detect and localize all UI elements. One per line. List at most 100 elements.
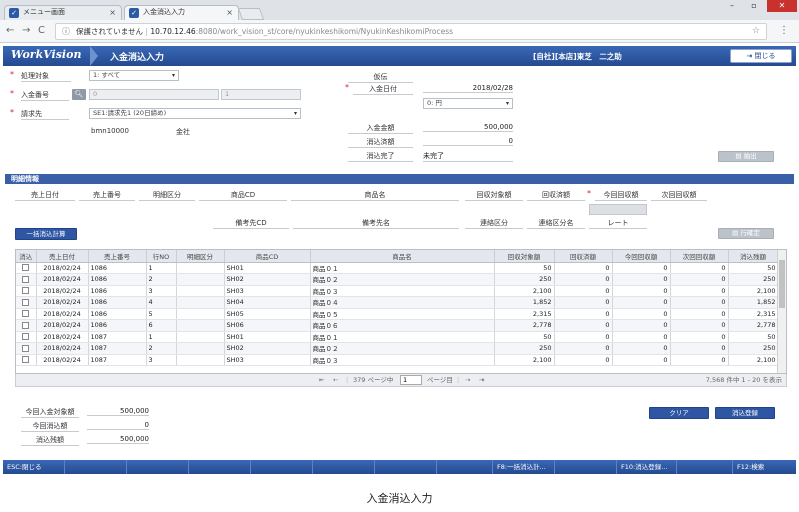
f4-key-button[interactable] [189, 460, 251, 474]
page-number-input[interactable] [400, 375, 422, 385]
f11-key-button[interactable] [677, 460, 733, 474]
nyukin-no-input-2[interactable]: 1 [221, 89, 301, 100]
table-cell: 250 [728, 342, 779, 355]
tab-menu-screen[interactable]: ✓ メニュー画面 × [4, 5, 122, 20]
nyukin-no-input[interactable]: 0 [89, 89, 219, 100]
detail-header: 商品名 [291, 190, 459, 201]
extract-button[interactable]: ▤ 抽出 [718, 151, 774, 162]
column-header[interactable]: 商品名 [310, 250, 495, 263]
row-checkbox-cell[interactable] [16, 262, 37, 274]
table-row[interactable]: 2018/02/24 1086 3 SH03 商品０３ 2,100 0 0 0 2,100 [16, 285, 779, 297]
search-icon[interactable]: 🔍︎ [72, 89, 86, 100]
row-checkbox-cell[interactable] [16, 296, 37, 309]
row-checkbox[interactable] [22, 310, 30, 318]
forward-icon[interactable]: → [22, 25, 30, 36]
seikyusaki-select[interactable]: SE1:請求先1 (20日締め) [89, 108, 301, 119]
reload-icon[interactable]: C [38, 25, 45, 36]
f7b-key-button[interactable] [437, 460, 493, 474]
table-row[interactable]: 2018/02/24 1086 5 SH05 商品０５ 2,315 0 0 0 2,315 [16, 308, 779, 320]
row-checkbox[interactable] [22, 321, 30, 329]
required-mark: * [10, 89, 14, 98]
browser-menu-icon[interactable]: ⋮ [779, 25, 789, 36]
f10-key-button[interactable]: F10:消込登録... [617, 460, 677, 474]
column-header[interactable]: 売上日付 [36, 250, 89, 263]
f12-key-button[interactable]: F12:検索 [733, 460, 796, 474]
column-header[interactable]: 明細区分 [176, 250, 225, 263]
f5-key-button[interactable] [251, 460, 313, 474]
konkai-kaishu-input[interactable] [589, 204, 647, 215]
close-button[interactable]: ⇥ 閉じる [730, 49, 792, 63]
column-header[interactable]: 売上番号 [88, 250, 147, 263]
shori-select[interactable]: 1: すべて [89, 70, 179, 81]
bulk-calc-button[interactable]: 一括消込計算 [15, 228, 77, 240]
minimize-icon[interactable]: – [722, 0, 742, 12]
table-row[interactable]: 2018/02/24 1087 1 SH01 商品０１ 50 0 0 0 50 [16, 331, 779, 343]
row-checkbox[interactable] [22, 275, 30, 283]
scrollbar-thumb[interactable] [779, 260, 785, 308]
back-icon[interactable]: ← [6, 25, 14, 36]
table-cell: 0 [612, 262, 671, 274]
f8-key-button[interactable]: F8:一括消込計... [493, 460, 555, 474]
row-checkbox[interactable] [22, 344, 30, 352]
prev-page-icon[interactable]: ⇠ [333, 374, 338, 386]
row-confirm-button[interactable]: ▤ 行確定 [718, 228, 774, 239]
row-checkbox[interactable] [22, 287, 30, 295]
detail-section-header: 明細情報 [5, 174, 794, 184]
row-checkbox-cell[interactable] [16, 354, 37, 366]
column-header[interactable]: 回収対象額 [494, 250, 555, 263]
column-header[interactable]: 行NO [146, 250, 177, 263]
row-checkbox-cell[interactable] [16, 319, 37, 332]
nyukin-date-value[interactable]: 2018/02/28 [423, 84, 513, 93]
last-page-icon[interactable]: ⇥ [479, 374, 484, 386]
new-tab-button[interactable] [237, 8, 265, 20]
table-row[interactable]: 2018/02/24 1086 4 SH04 商品０４ 1,852 0 0 0 1,852 [16, 296, 779, 309]
row-checkbox[interactable] [22, 264, 30, 272]
register-button[interactable]: 消込登録 [715, 407, 775, 419]
table-row[interactable]: 2018/02/24 1086 1 SH01 商品０１ 50 0 0 0 50 [16, 262, 779, 274]
f2-key-button[interactable] [65, 460, 127, 474]
window-close-icon[interactable]: ✕ [767, 0, 797, 12]
app-favicon-icon: ✓ [129, 8, 139, 18]
esc-key-button[interactable]: ESC:閉じる [3, 460, 65, 474]
row-checkbox[interactable] [22, 298, 30, 306]
table-cell: 商品０３ [310, 285, 495, 297]
row-checkbox-cell[interactable] [16, 285, 37, 297]
table-cell [176, 319, 225, 332]
f7-key-button[interactable] [375, 460, 437, 474]
row-checkbox[interactable] [22, 333, 30, 341]
row-checkbox-cell[interactable] [16, 308, 37, 320]
keshikomi-amount-value: 0 [423, 137, 513, 146]
currency-select[interactable]: 0: 円 [423, 98, 513, 109]
table-row[interactable]: 2018/02/24 1087 3 SH03 商品０３ 2,100 0 0 0 2,100 [16, 354, 779, 366]
column-header[interactable]: 回収済額 [554, 250, 613, 263]
column-header[interactable]: 次回回収額 [670, 250, 729, 263]
column-header[interactable]: 消込残額 [728, 250, 779, 263]
table-cell: 1086 [88, 285, 147, 297]
grid-scrollbar[interactable] [777, 250, 786, 373]
maximize-icon[interactable]: ▫ [744, 0, 764, 12]
row-checkbox[interactable] [22, 356, 30, 364]
next-page-icon[interactable]: ⇢ [465, 374, 470, 386]
clear-button[interactable]: クリア [649, 407, 709, 419]
column-header[interactable]: 今回回収額 [612, 250, 671, 263]
table-cell: 1,852 [728, 296, 779, 309]
table-row[interactable]: 2018/02/24 1086 2 SH02 商品０２ 250 0 0 0 250 [16, 273, 779, 286]
f9-key-button[interactable] [555, 460, 617, 474]
column-header[interactable]: 商品CD [224, 250, 311, 263]
row-checkbox-cell[interactable] [16, 342, 37, 355]
table-row[interactable]: 2018/02/24 1087 2 SH02 商品０２ 250 0 0 0 250 [16, 342, 779, 355]
detail-header: 備考先CD [213, 218, 289, 229]
tab-close-icon[interactable]: × [109, 6, 116, 19]
f6-key-button[interactable] [313, 460, 375, 474]
first-page-icon[interactable]: ⇤ [319, 374, 324, 386]
row-checkbox-cell[interactable] [16, 331, 37, 343]
f3-key-button[interactable] [127, 460, 189, 474]
tab-nyukin-keshikomi[interactable]: ✓ 入金消込入力 × [124, 5, 239, 20]
table-cell: 2,315 [728, 308, 779, 320]
column-header[interactable]: 消込 [16, 250, 37, 263]
url-input[interactable]: ⓘ 保護されていません | 10.70.12.46:8080/work_visi… [55, 23, 767, 40]
tab-close-icon[interactable]: × [226, 6, 233, 19]
table-row[interactable]: 2018/02/24 1086 6 SH06 商品０６ 2,778 0 0 0 2,778 [16, 319, 779, 332]
row-checkbox-cell[interactable] [16, 273, 37, 286]
bookmark-star-icon[interactable]: ☆ [752, 24, 760, 39]
